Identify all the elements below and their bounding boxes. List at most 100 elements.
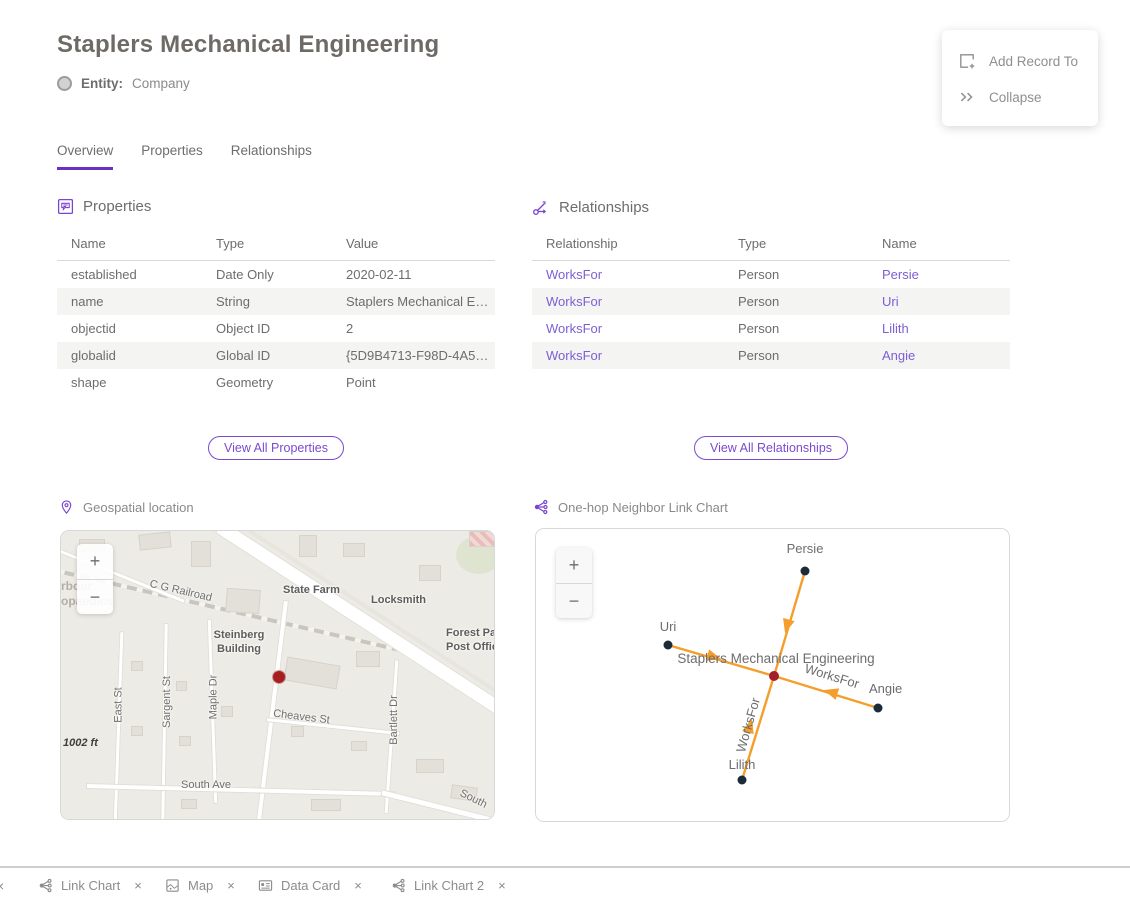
geospatial-section-header: Geospatial location — [59, 499, 194, 515]
location-marker[interactable] — [273, 671, 285, 683]
node-angie[interactable] — [874, 704, 883, 713]
relationship-link[interactable]: WorksFor — [532, 342, 724, 369]
link-chart-icon — [38, 878, 53, 893]
link-chart-section-title: One-hop Neighbor Link Chart — [558, 500, 728, 515]
cell: globalid — [57, 342, 202, 369]
link-chart-zoom-in-button[interactable]: + — [556, 548, 592, 583]
workspace-tab-link-chart-2[interactable]: Link Chart 2 × — [391, 868, 506, 903]
workspace-tab-label[interactable]: Link Chart — [61, 878, 120, 893]
entity-link[interactable]: Uri — [868, 288, 1010, 315]
collapse-menu-item[interactable]: Collapse — [942, 79, 1098, 115]
relationship-link[interactable]: WorksFor — [532, 288, 724, 315]
properties-section-header: Properties — [57, 198, 151, 215]
link-chart-icon — [391, 878, 406, 893]
close-tab-icon[interactable]: × — [498, 878, 506, 893]
map-building — [356, 651, 380, 667]
data-card-page: Staplers Mechanical Engineering Entity: … — [0, 0, 1130, 903]
workspace-tab-label[interactable]: Link Chart 2 — [414, 878, 484, 893]
entity-label: Entity: — [81, 76, 123, 91]
workspace-tab-label[interactable]: Map — [188, 878, 213, 893]
map-building — [311, 799, 341, 811]
entity-link[interactable]: Persie — [868, 261, 1010, 289]
node-label-lilith: Lilith — [729, 757, 756, 772]
cell: Object ID — [202, 315, 332, 342]
map-pin-icon — [59, 499, 74, 515]
view-all-relationships-button[interactable]: View All Relationships — [694, 436, 848, 460]
properties-col-name: Name — [57, 228, 202, 261]
cell: Person — [724, 342, 868, 369]
node-persie[interactable] — [801, 567, 810, 576]
table-row: WorksForPersonPersie — [532, 261, 1010, 289]
close-tab-icon[interactable]: × — [0, 878, 4, 894]
map-building — [131, 661, 143, 671]
map-label-post-office: Forest Par Post Offic — [446, 627, 495, 655]
cell: Person — [724, 288, 868, 315]
close-tab-icon[interactable]: × — [134, 878, 142, 893]
cell: {5D9B4713-F98D-4A53-… — [332, 342, 495, 369]
link-chart-canvas[interactable]: Persie Uri Angie Lilith Staplers Mechani… — [536, 529, 1009, 821]
relationships-col-type: Type — [724, 228, 868, 261]
map-label-state-farm: State Farm — [283, 584, 340, 596]
collapse-icon — [958, 88, 976, 106]
cell: Person — [724, 261, 868, 289]
link-chart-zoom-control: + − — [556, 548, 592, 618]
view-all-properties-button[interactable]: View All Properties — [208, 436, 344, 460]
workspace-tab-label[interactable]: Data Card — [281, 878, 340, 893]
workspace-tab-map[interactable]: Map × — [165, 868, 235, 903]
node-center[interactable] — [769, 671, 779, 681]
relationship-link[interactable]: WorksFor — [532, 315, 724, 342]
relationships-table: Relationship Type Name WorksForPersonPer… — [532, 228, 1010, 369]
link-chart-view[interactable]: Persie Uri Angie Lilith Staplers Mechani… — [535, 528, 1010, 822]
properties-col-type: Type — [202, 228, 332, 261]
link-chart-section-header: One-hop Neighbor Link Chart — [533, 499, 728, 515]
entity-link[interactable]: Angie — [868, 342, 1010, 369]
map-building — [221, 706, 233, 717]
workspace-tab-link-chart[interactable]: Link Chart × — [38, 868, 142, 903]
table-row: objectidObject ID2 — [57, 315, 495, 342]
cell: 2020-02-11 — [332, 261, 495, 289]
map-zoom-in-button[interactable]: + — [77, 544, 113, 579]
workspace-tab-data-card[interactable]: Data Card × — [258, 868, 362, 903]
collapse-label: Collapse — [989, 90, 1042, 105]
cell: Point — [332, 369, 495, 396]
cell: Geometry — [202, 369, 332, 396]
tab-overview[interactable]: Overview — [57, 143, 113, 170]
table-row: nameStringStaplers Mechanical Eng… — [57, 288, 495, 315]
map-building — [291, 726, 304, 737]
node-label-uri: Uri — [660, 619, 677, 634]
link-chart-zoom-out-button[interactable]: − — [556, 583, 592, 618]
tab-bar: Overview Properties Relationships — [57, 143, 312, 170]
add-record-to-menu-item[interactable]: Add Record To — [942, 43, 1098, 79]
tab-properties[interactable]: Properties — [141, 143, 203, 170]
node-uri[interactable] — [664, 641, 673, 650]
map-label-maple-dr: Maple Dr — [207, 675, 219, 720]
map-canvas[interactable]: rbour opaedics C G Railroad State Farm L… — [61, 531, 494, 819]
close-tab-icon[interactable]: × — [227, 878, 235, 893]
cell: Person — [724, 315, 868, 342]
cell: Staplers Mechanical Eng… — [332, 288, 495, 315]
map-building-pink — [469, 531, 495, 547]
map-zoom-out-button[interactable]: − — [77, 579, 113, 614]
view-all-relationships-row: View All Relationships — [532, 436, 1010, 460]
node-lilith[interactable] — [738, 776, 747, 785]
relationship-link[interactable]: WorksFor — [532, 261, 724, 289]
workspace-tab-bar: × Link Chart × Map × Data Card × — [0, 866, 1130, 903]
entity-type-value: Company — [132, 76, 190, 91]
tab-relationships[interactable]: Relationships — [231, 143, 312, 170]
node-label-center: Staplers Mechanical Engineering — [677, 651, 874, 666]
table-row: WorksForPersonAngie — [532, 342, 1010, 369]
relationships-section-title: Relationships — [559, 199, 649, 216]
close-tab-icon[interactable]: × — [354, 878, 362, 893]
view-all-properties-row: View All Properties — [57, 436, 495, 460]
entity-link[interactable]: Lilith — [868, 315, 1010, 342]
entity-row: Entity: Company — [57, 76, 190, 91]
map-building — [225, 588, 261, 614]
map-building — [131, 726, 143, 736]
map-label-bartlett-dr: Bartlett Dr — [388, 695, 400, 745]
relationships-icon — [532, 198, 550, 216]
map-view[interactable]: rbour opaedics C G Railroad State Farm L… — [60, 530, 495, 820]
table-row: WorksForPersonLilith — [532, 315, 1010, 342]
map-building — [191, 541, 211, 567]
map-building — [179, 736, 191, 746]
cell: Global ID — [202, 342, 332, 369]
